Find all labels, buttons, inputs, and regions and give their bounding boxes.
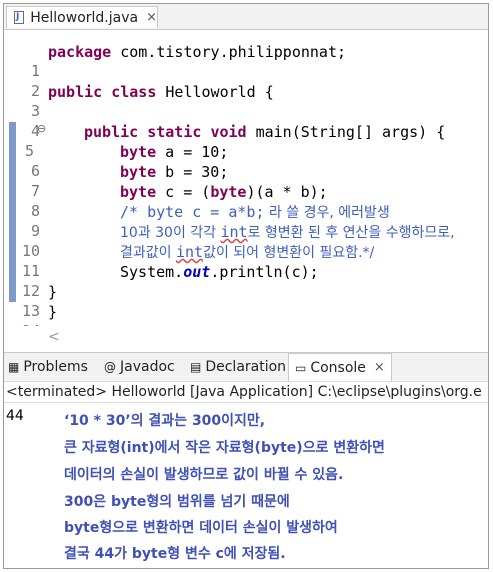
- code-line: 6 byte a = 10;: [4, 142, 488, 180]
- code-line: 8 byte c = (byte)(a * b);: [4, 182, 488, 220]
- annotation-line: 큰 자료형(int)에서 작은 자료형(byte)으로 변환하면: [64, 440, 385, 456]
- comment-text: int: [175, 243, 204, 261]
- comment-text: 라 쓸 경우, 에러발생: [264, 205, 390, 221]
- code-text: com.tistory.philipponnat;: [111, 43, 347, 61]
- tab-problems[interactable]: ▦ Problems: [8, 353, 88, 381]
- close-icon[interactable]: ×: [374, 360, 385, 375]
- tab-label: Console: [310, 359, 366, 376]
- declaration-icon: ▤: [190, 360, 202, 374]
- code-line: 9 /* byte c = a*b; 라 쓸 경우, 에러발생: [4, 202, 488, 240]
- comment-text: 결과값이: [120, 245, 176, 261]
- code-text: Helloworld {: [156, 83, 274, 101]
- tab-javadoc[interactable]: @ Javadoc: [104, 353, 175, 381]
- comment-text: 로 형변환 된 후 연산을 수행하므로,: [247, 225, 455, 241]
- comment-text: 값이 되어 형변환이 필요함.*/: [203, 245, 375, 261]
- keyword: public: [48, 83, 103, 101]
- code-line: 14 }: [4, 302, 488, 340]
- tab-declaration[interactable]: ▤ Declaration: [190, 353, 286, 381]
- java-file-icon: J: [13, 11, 24, 24]
- annotation-line: 300은 byte형의 범위를 넘기 때문에: [64, 494, 290, 510]
- javadoc-icon: @: [104, 360, 116, 374]
- annotation-line: byte형으로 변환하면 데이터 손실이 발생하여: [64, 520, 338, 536]
- code-line: 7 byte b = 30;: [4, 162, 488, 200]
- comment-text: int: [220, 223, 248, 241]
- code-text: b = 30;: [156, 163, 229, 181]
- tab-console[interactable]: ▭ Console ×: [288, 353, 392, 381]
- keyword: class: [111, 83, 157, 101]
- scroll-left-icon[interactable]: <: [48, 329, 60, 345]
- code-line: 1 package com.tistory.philipponnat;: [4, 42, 488, 80]
- panel-tab-bar: ▦ Problems @ Javadoc ▤ Declaration ▭ Con…: [4, 352, 488, 382]
- eclipse-window: J Helloworld.java × 1 package com.tistor…: [3, 3, 489, 569]
- code-line: 10 10과 30이 각각 int로 형변환 된 후 연산을 수행하므로,: [4, 222, 488, 260]
- keyword: byte: [210, 183, 247, 201]
- editor-tab-bar: J Helloworld.java ×: [4, 4, 488, 30]
- keyword: byte: [120, 183, 157, 201]
- problems-icon: ▦: [8, 360, 20, 374]
- annotation-line: ‘10 * 30’의 결과는 300이지만,: [64, 413, 266, 429]
- keyword: byte: [120, 143, 157, 161]
- code-editor[interactable]: 1 package com.tistory.philipponnat; 2 3 …: [4, 30, 488, 350]
- code-text: .println(c);: [210, 263, 319, 281]
- annotation-line: 데이터의 손실이 발생하므로 값이 바뀔 수 있음.: [64, 467, 344, 483]
- static-field: out: [183, 263, 211, 281]
- code-text: a = 10;: [156, 143, 229, 161]
- comment-text: /* byte c = a*b;: [120, 203, 265, 221]
- comment-text: 10과 30이 각각: [120, 225, 221, 241]
- output-value: 44: [6, 408, 24, 424]
- tab-label: Declaration: [205, 359, 287, 375]
- keyword: byte: [120, 163, 157, 181]
- tab-label: Helloworld.java: [30, 9, 139, 26]
- annotation-line: 결국 44가 byte형 변수 c에 저장됨.: [64, 546, 286, 562]
- code-text: System.: [120, 263, 184, 281]
- console-status: <terminated> Helloworld [Java Applicatio…: [4, 381, 488, 403]
- code-line: 3 public class Helloworld {: [4, 82, 488, 120]
- console-icon: ▭: [295, 360, 307, 375]
- code-line: 5 ⊖ public static void main(String[] arg…: [4, 122, 488, 160]
- tab-helloworld-java[interactable]: J Helloworld.java ×: [6, 6, 158, 28]
- code-line: 13 }: [4, 282, 488, 320]
- tab-label: Problems: [23, 359, 88, 375]
- keyword: public: [84, 123, 139, 141]
- console-output[interactable]: 44 ‘10 * 30’의 결과는 300이지만, 큰 자료형(int)에서 작…: [4, 404, 488, 568]
- fold-toggle-icon[interactable]: ⊖: [37, 122, 46, 135]
- code-text: }: [48, 303, 58, 321]
- keyword: void: [210, 123, 247, 141]
- close-icon[interactable]: ×: [146, 10, 157, 25]
- code-text: )(a * b);: [246, 183, 328, 201]
- code-line: 4: [4, 102, 488, 140]
- code-line: 12 System.out.println(c);: [4, 262, 488, 300]
- code-line: 2: [4, 62, 488, 100]
- keyword: package: [48, 43, 112, 61]
- code-text: }: [48, 283, 58, 301]
- keyword: static: [147, 123, 202, 141]
- code-text: c = (: [156, 183, 211, 201]
- tab-label: Javadoc: [120, 359, 175, 375]
- code-line: 11 결과값이 int값이 되어 형변환이 필요함.*/: [4, 242, 488, 280]
- horizontal-scrollbar[interactable]: <: [4, 326, 488, 350]
- code-text: main(String[] args) {: [246, 123, 446, 141]
